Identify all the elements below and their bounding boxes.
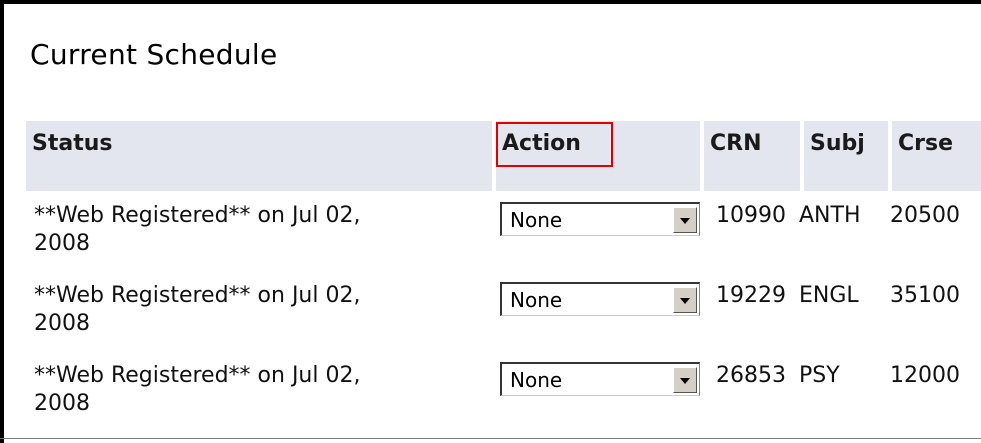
column-header-crn-label: CRN xyxy=(710,131,762,156)
column-header-crse: Crse xyxy=(892,121,981,191)
bottom-divider xyxy=(0,438,981,439)
status-text: **Web Registered** on Jul 02, xyxy=(34,283,361,308)
action-select[interactable]: None xyxy=(500,282,700,316)
column-header-status: Status xyxy=(26,121,492,191)
action-select-value: None xyxy=(510,368,563,392)
crse-cell: 35100 xyxy=(890,283,960,308)
action-select-value: None xyxy=(510,208,563,232)
table-row-status: **Web Registered** on Jul 02, 2008 xyxy=(34,362,494,418)
subj-cell: ENGL xyxy=(799,283,859,308)
chevron-down-icon[interactable] xyxy=(673,367,697,393)
chevron-down-icon[interactable] xyxy=(673,287,697,313)
action-highlight-box xyxy=(496,122,613,167)
crse-cell: 20500 xyxy=(890,203,960,228)
status-year: 2008 xyxy=(34,231,90,256)
status-year: 2008 xyxy=(34,391,90,416)
page-title: Current Schedule xyxy=(30,38,278,71)
schedule-panel: Current Schedule Status Action CRN Subj … xyxy=(0,0,981,443)
crse-cell: 12000 xyxy=(890,363,960,388)
status-year: 2008 xyxy=(34,311,90,336)
chevron-down-icon[interactable] xyxy=(673,207,697,233)
column-header-status-label: Status xyxy=(32,131,113,156)
crn-cell: 26853 xyxy=(716,363,786,388)
subj-cell: PSY xyxy=(799,363,840,388)
crn-cell: 10990 xyxy=(716,203,786,228)
crn-cell: 19229 xyxy=(716,283,786,308)
column-header-subj: Subj xyxy=(804,121,888,191)
action-select[interactable]: None xyxy=(500,362,700,396)
table-row-status: **Web Registered** on Jul 02, 2008 xyxy=(34,202,494,258)
subj-cell: ANTH xyxy=(799,203,861,228)
action-select-value: None xyxy=(510,288,563,312)
status-text: **Web Registered** on Jul 02, xyxy=(34,203,361,228)
column-header-crn: CRN xyxy=(704,121,800,191)
action-select[interactable]: None xyxy=(500,202,700,236)
status-text: **Web Registered** on Jul 02, xyxy=(34,363,361,388)
table-row-status: **Web Registered** on Jul 02, 2008 xyxy=(34,282,494,338)
column-header-crse-label: Crse xyxy=(898,131,954,156)
column-header-subj-label: Subj xyxy=(810,131,865,156)
